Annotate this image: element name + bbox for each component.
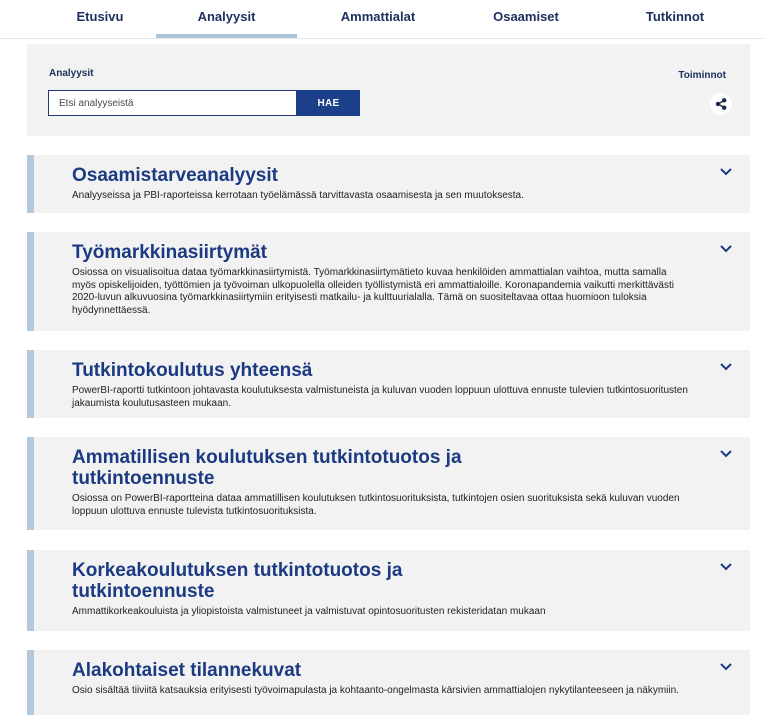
- card-title[interactable]: Ammatillisen koulutuksen tutkintotuotos …: [72, 447, 480, 489]
- tools-label: Toiminnot: [678, 70, 726, 81]
- search-title: Analyysit: [49, 68, 94, 79]
- search-button[interactable]: HAE: [297, 90, 360, 116]
- analysis-card-osaamistarveanalyysit[interactable]: Osaamistarveanalyysit Analyyseissa ja PB…: [27, 155, 750, 213]
- share-icon: [715, 98, 727, 110]
- tab-ammattialat[interactable]: Ammattialat: [312, 0, 444, 38]
- search-input[interactable]: [48, 90, 297, 116]
- card-description: Analyyseissa ja PBI-raporteissa kerrotaa…: [72, 190, 524, 201]
- card-description: Ammattikorkeakouluista ja yliopistoista …: [72, 606, 546, 617]
- tab-analyysit[interactable]: Analyysit: [156, 0, 297, 38]
- analysis-card-alakohtaiset-tilannekuvat[interactable]: Alakohtaiset tilannekuvat Osio sisältää …: [27, 650, 750, 715]
- card-description: Osiossa on visualisoitua dataa työmarkki…: [72, 267, 674, 316]
- chevron-down-icon[interactable]: [719, 362, 733, 372]
- card-description: Osiossa on PowerBI-raportteina dataa amm…: [72, 493, 680, 517]
- card-title[interactable]: Osaamistarveanalyysit: [72, 165, 690, 186]
- card-title[interactable]: Korkeakoulutuksen tutkintotuotos ja tutk…: [72, 560, 460, 602]
- chevron-down-icon[interactable]: [719, 662, 733, 672]
- search-panel: Analyysit HAE Toiminnot: [27, 44, 750, 136]
- analysis-card-korkeakoulutuksen-tutkintotuotos[interactable]: Korkeakoulutuksen tutkintotuotos ja tutk…: [27, 550, 750, 631]
- card-title[interactable]: Tutkintokoulutus yhteensä: [72, 360, 690, 381]
- analysis-card-tyomarkkinasiirtymat[interactable]: Työmarkkinasiirtymät Osiossa on visualis…: [27, 232, 750, 331]
- chevron-down-icon[interactable]: [719, 449, 733, 459]
- tab-tutkinnot[interactable]: Tutkinnot: [615, 0, 735, 38]
- share-button[interactable]: [710, 93, 732, 115]
- card-description: Osio sisältää tiiviitä katsauksia erityi…: [72, 685, 679, 696]
- card-title[interactable]: Alakohtaiset tilannekuvat: [72, 660, 690, 681]
- analysis-card-ammatillisen-koulutuksen-tutkintotuotos[interactable]: Ammatillisen koulutuksen tutkintotuotos …: [27, 437, 750, 530]
- chevron-down-icon[interactable]: [719, 167, 733, 177]
- tab-osaamiset[interactable]: Osaamiset: [466, 0, 586, 38]
- chevron-down-icon[interactable]: [719, 562, 733, 572]
- chevron-down-icon[interactable]: [719, 244, 733, 254]
- card-description: PowerBI-raportti tutkintoon johtavasta k…: [72, 385, 688, 409]
- tab-etusivu[interactable]: Etusivu: [44, 0, 156, 38]
- analysis-card-tutkintokoulutus-yhteensa[interactable]: Tutkintokoulutus yhteensä PowerBI-raport…: [27, 350, 750, 418]
- card-title[interactable]: Työmarkkinasiirtymät: [72, 242, 690, 263]
- main-navigation: Etusivu Analyysit Ammattialat Osaamiset …: [0, 0, 764, 39]
